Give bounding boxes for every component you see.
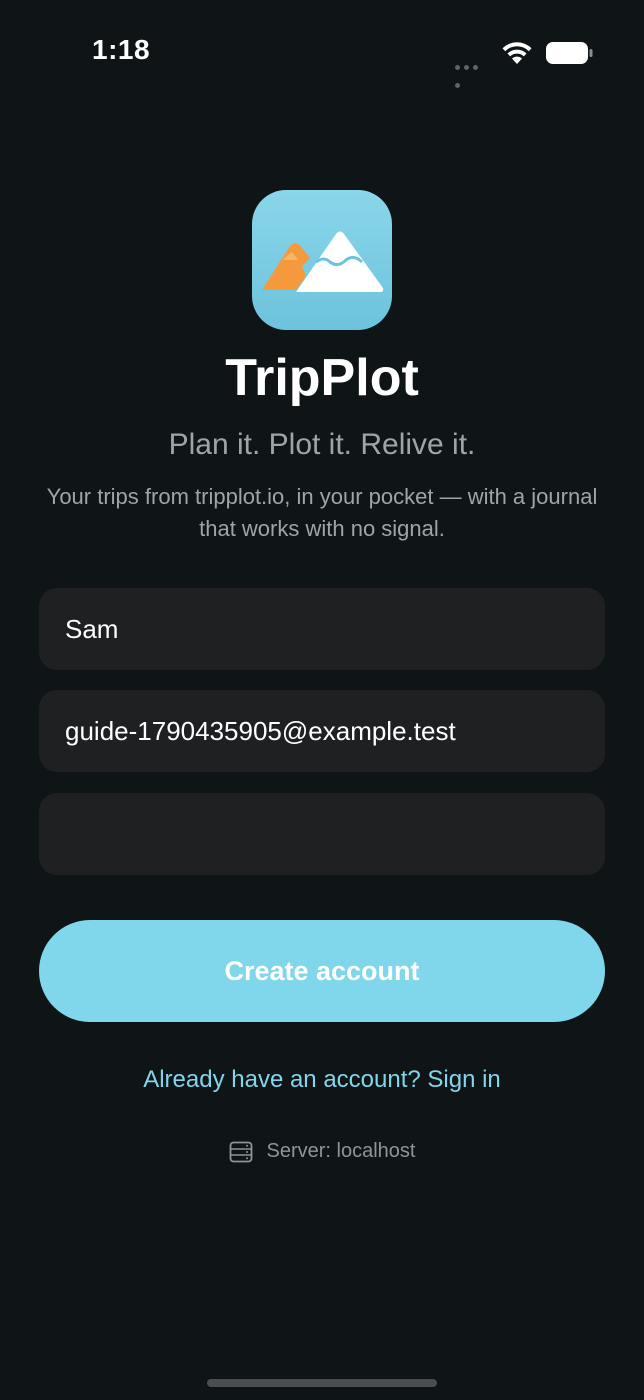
signup-screen: 1:18 TripPlot Plan it. Plot it. Relive i… — [0, 0, 644, 1400]
status-time: 1:18 — [92, 34, 151, 65]
server-info[interactable]: Server: localhost — [0, 1140, 644, 1163]
app-logo-icon — [252, 190, 392, 330]
email-input[interactable] — [65, 715, 579, 747]
create-account-button[interactable]: Create account — [39, 920, 605, 1022]
status-bar: 1:18 — [0, 0, 644, 100]
name-input[interactable] — [65, 613, 579, 645]
server-label: Server: localhost — [266, 1140, 416, 1162]
signal-dots-icon — [455, 57, 489, 88]
wifi-icon — [502, 42, 532, 64]
app-description: Your trips from tripplot.io, in your poc… — [46, 484, 598, 541]
email-field[interactable] — [39, 690, 605, 772]
home-indicator[interactable] — [207, 1379, 437, 1387]
sign-in-link[interactable]: Already have an account? Sign in — [0, 1066, 644, 1094]
password-input[interactable] — [65, 818, 579, 850]
app-tagline: Plan it. Plot it. Relive it. — [168, 428, 476, 461]
password-field[interactable] — [39, 793, 605, 875]
battery-icon — [546, 42, 593, 64]
name-field[interactable] — [39, 588, 605, 670]
mountain-logo-icon — [262, 231, 384, 292]
server-icon — [229, 1141, 252, 1162]
app-title: TripPlot — [225, 349, 419, 407]
